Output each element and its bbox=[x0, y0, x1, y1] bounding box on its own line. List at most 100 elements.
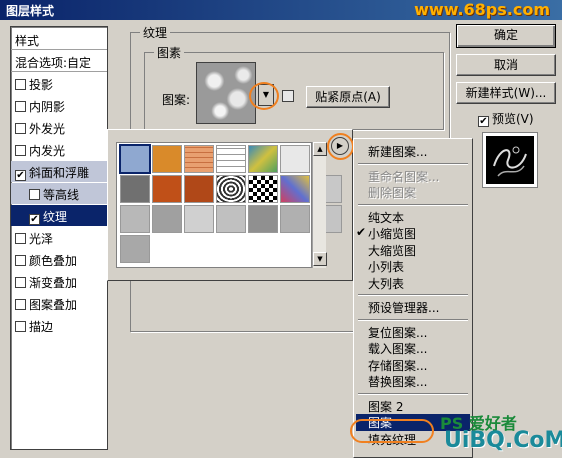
style-item[interactable]: 样式 bbox=[11, 29, 107, 50]
pattern-swatch[interactable] bbox=[248, 145, 278, 173]
style-item[interactable]: 等高线 bbox=[11, 183, 107, 204]
pattern-swatch[interactable] bbox=[152, 205, 182, 233]
menu-item[interactable]: 替换图案... bbox=[368, 373, 427, 390]
menu-item[interactable]: 新建图案... bbox=[368, 143, 427, 160]
checkbox-icon[interactable] bbox=[15, 255, 26, 266]
menu-item-label: 大缩览图 bbox=[368, 243, 417, 258]
checkbox-icon[interactable] bbox=[15, 277, 26, 288]
menu-item-label: 复位图案... bbox=[368, 325, 428, 340]
pattern-label: 图案: bbox=[162, 93, 191, 107]
style-item-label: 外发光 bbox=[29, 122, 66, 136]
style-item-label: 样式 bbox=[15, 34, 40, 48]
new-preset-icon[interactable] bbox=[282, 90, 294, 102]
style-item-label: 等高线 bbox=[43, 188, 80, 202]
menu-item-label: 载入图案... bbox=[368, 342, 428, 356]
style-list: 样式 混合选项:自定 投影 内阴影 外发光 内发光 ✔ 斜面和浮雕 等高线 ✔ 纹理 光泽 颜色叠加 渐变… bbox=[10, 26, 108, 450]
style-item[interactable]: 内阴影 bbox=[11, 95, 107, 116]
menu-button-highlight-ring bbox=[327, 133, 354, 160]
pattern-swatch[interactable] bbox=[152, 175, 182, 203]
menu-item-label: 删除图案 bbox=[368, 186, 417, 200]
menu-item-label: 图案 2 bbox=[368, 399, 404, 414]
menu-item[interactable]: 存储图案... bbox=[368, 357, 427, 374]
checkbox-icon[interactable] bbox=[15, 79, 26, 90]
menu-item-label: 存储图案... bbox=[368, 358, 428, 373]
menu-item-label: 大列表 bbox=[368, 276, 405, 291]
pattern-swatch[interactable] bbox=[152, 145, 182, 173]
pattern-swatch[interactable] bbox=[280, 205, 310, 233]
menu-item[interactable]: 小列表 bbox=[368, 258, 404, 275]
new-style-button[interactable]: 新建样式(W)... bbox=[456, 82, 556, 104]
style-item[interactable]: 混合选项:自定 bbox=[11, 51, 107, 72]
style-item-label: 内阴影 bbox=[29, 100, 66, 114]
style-item-label: 纹理 bbox=[43, 210, 68, 224]
menu-item-label: 替换图案... bbox=[368, 375, 428, 389]
snap-to-origin-button[interactable]: 贴紧原点(A) bbox=[306, 86, 390, 108]
checked-box-icon[interactable]: ✔ bbox=[29, 214, 40, 225]
checkbox-icon[interactable] bbox=[15, 321, 26, 332]
pattern-swatch[interactable] bbox=[119, 144, 151, 174]
menu-separator bbox=[358, 294, 468, 296]
checked-box-icon[interactable]: ✔ bbox=[15, 170, 26, 181]
pattern-subgroup-title: 图素 bbox=[154, 44, 185, 61]
menu-item[interactable]: 删除图案 bbox=[368, 184, 416, 201]
style-item[interactable]: 投影 bbox=[11, 73, 107, 94]
menu-item[interactable]: 复位图案... bbox=[368, 324, 427, 341]
ok-button[interactable]: 确定 bbox=[456, 24, 556, 48]
style-item[interactable]: 描边 bbox=[11, 315, 107, 336]
pattern-swatch[interactable] bbox=[184, 145, 214, 173]
pattern-swatch[interactable] bbox=[280, 145, 310, 173]
picker-scrollbar[interactable]: ▲ ▼ bbox=[312, 142, 327, 268]
style-item[interactable]: ✔ 纹理 bbox=[11, 205, 107, 226]
cancel-button[interactable]: 取消 bbox=[456, 54, 556, 76]
style-item-label: 光泽 bbox=[29, 232, 54, 246]
texture-group-title: 纹理 bbox=[140, 24, 171, 41]
checkbox-icon[interactable] bbox=[15, 145, 26, 156]
style-item[interactable]: 外发光 bbox=[11, 117, 107, 138]
pattern-swatch[interactable] bbox=[184, 205, 214, 233]
checkbox-icon[interactable] bbox=[15, 123, 26, 134]
menu-item[interactable]: 载入图案... bbox=[368, 340, 427, 357]
menu-item[interactable]: 大列表 bbox=[368, 275, 404, 292]
watermark-top: www.68ps.com bbox=[414, 0, 550, 19]
pattern-swatch[interactable] bbox=[184, 175, 214, 203]
pattern-swatch[interactable] bbox=[216, 175, 246, 203]
menu-item[interactable]: 预设管理器... bbox=[368, 299, 439, 316]
style-item-label: 斜面和浮雕 bbox=[29, 166, 90, 180]
pattern-swatch[interactable] bbox=[280, 175, 310, 203]
menu-item-label: 小列表 bbox=[368, 260, 405, 274]
style-item[interactable]: 图案叠加 bbox=[11, 293, 107, 314]
pattern-swatch[interactable] bbox=[120, 205, 150, 233]
menu-item-label: 小缩览图 bbox=[368, 227, 417, 241]
checkbox-icon[interactable] bbox=[15, 233, 26, 244]
style-item-label: 混合选项:自定 bbox=[15, 56, 92, 70]
pattern-swatch[interactable] bbox=[120, 175, 150, 203]
pattern-swatch[interactable] bbox=[120, 235, 150, 263]
style-item-label: 内发光 bbox=[29, 144, 66, 158]
menu-item[interactable]: 图案 2 bbox=[368, 398, 403, 415]
menu-item[interactable]: ✔ 小缩览图 bbox=[356, 225, 417, 242]
menu-item-label: 新建图案... bbox=[368, 145, 428, 159]
pattern-swatch[interactable] bbox=[248, 205, 278, 233]
menu-separator bbox=[358, 203, 468, 206]
menu-item[interactable]: 大缩览图 bbox=[368, 242, 416, 259]
checkbox-icon[interactable] bbox=[29, 189, 40, 200]
preview-checkbox[interactable]: ✔ 预览(V) bbox=[478, 110, 534, 127]
style-item[interactable]: 内发光 bbox=[11, 139, 107, 160]
style-item[interactable]: 颜色叠加 bbox=[11, 249, 107, 270]
pattern-swatch[interactable] bbox=[216, 205, 246, 233]
scroll-up-button[interactable]: ▲ bbox=[313, 142, 327, 156]
style-item[interactable]: 光泽 bbox=[11, 227, 107, 248]
style-item[interactable]: ✔ 斜面和浮雕 bbox=[11, 161, 107, 182]
preview-thumbnail bbox=[486, 136, 534, 184]
menu-item[interactable]: 重命名图案... bbox=[368, 168, 439, 185]
preview-label: 预览(V) bbox=[492, 112, 534, 126]
scroll-down-button[interactable]: ▼ bbox=[313, 252, 327, 266]
pattern-preview[interactable] bbox=[196, 62, 256, 124]
pattern-swatch[interactable] bbox=[216, 145, 246, 173]
checkbox-icon[interactable] bbox=[15, 101, 26, 112]
pattern-swatch[interactable] bbox=[248, 175, 278, 203]
checkbox-icon[interactable] bbox=[15, 299, 26, 310]
menu-item-label: 重命名图案... bbox=[368, 169, 440, 184]
menu-item[interactable]: 纯文本 bbox=[368, 209, 404, 226]
style-item[interactable]: 渐变叠加 bbox=[11, 271, 107, 292]
